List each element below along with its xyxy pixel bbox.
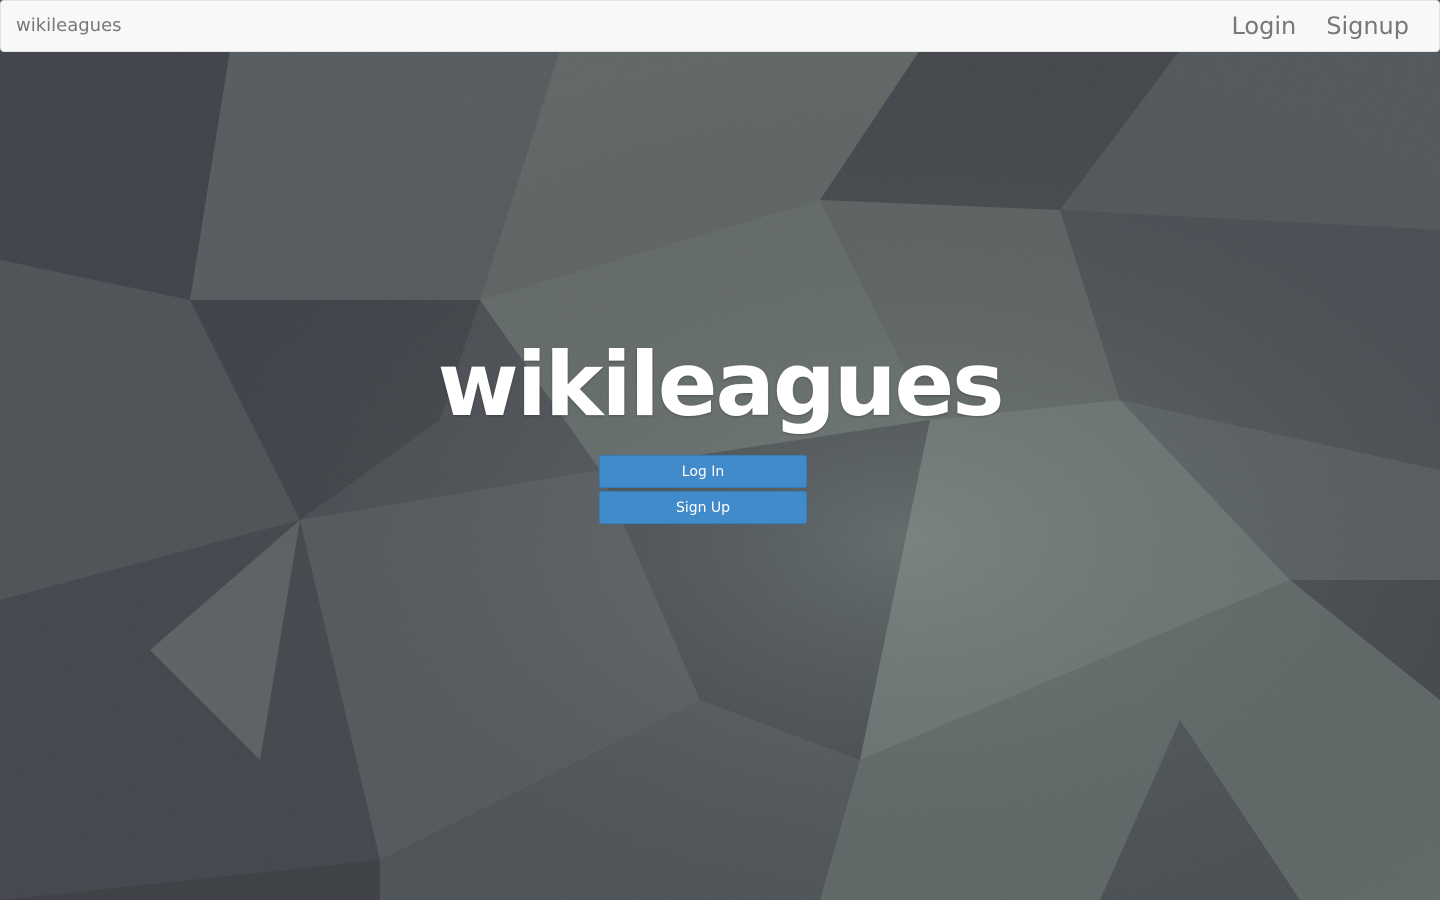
login-button[interactable]: Log In (599, 455, 807, 488)
brand-link[interactable]: wikileagues (16, 14, 122, 38)
hero-buttons: Log In Sign Up (599, 455, 807, 527)
hero-title: wikileagues (437, 333, 1004, 436)
background-image (0, 0, 1440, 900)
nav-signup-link[interactable]: Signup (1326, 10, 1409, 42)
nav-login-link[interactable]: Login (1231, 10, 1296, 42)
signup-button[interactable]: Sign Up (599, 491, 807, 524)
hero: wikileagues (0, 330, 1440, 440)
top-navbar: wikileagues Login Signup (0, 0, 1440, 52)
nav-links: Login Signup (1231, 10, 1409, 42)
